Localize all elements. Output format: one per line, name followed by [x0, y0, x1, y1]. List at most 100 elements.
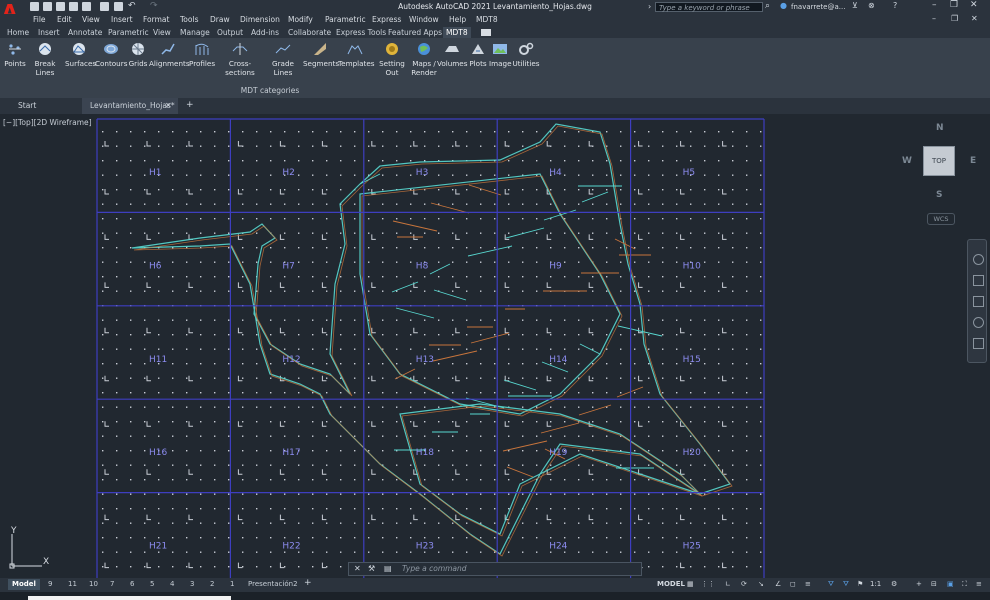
- tab-document[interactable]: Levantamiento_Hojas*: [82, 98, 178, 114]
- layout-tab-model[interactable]: Model: [8, 579, 40, 590]
- compass-east[interactable]: E: [970, 156, 976, 166]
- tab-mdt8[interactable]: MDT8: [443, 27, 471, 38]
- alignments-button[interactable]: Alignments: [149, 42, 190, 68]
- surfaces-button[interactable]: Surfaces: [65, 42, 96, 68]
- osnap-icon[interactable]: ◻: [790, 580, 796, 588]
- autoscale-icon[interactable]: ⛛: [843, 580, 849, 589]
- menu-dimension[interactable]: Dimension: [240, 15, 280, 24]
- customization-icon[interactable]: ≡: [976, 580, 982, 588]
- grid-display-icon[interactable]: ▦: [687, 580, 694, 588]
- wcs-menu[interactable]: WCS: [927, 213, 955, 225]
- graphics-performance-icon[interactable]: ▣: [947, 580, 954, 588]
- menu-window[interactable]: Window: [409, 15, 439, 24]
- annotation-monitor-icon[interactable]: ⚑: [857, 580, 863, 588]
- showmotion-icon[interactable]: [973, 338, 984, 349]
- cross-sections-button[interactable]: Cross-sections: [216, 42, 264, 77]
- search-icon[interactable]: ⌕: [765, 1, 770, 11]
- add-layout-icon[interactable]: +: [304, 578, 312, 588]
- isodraft-icon[interactable]: ↘: [758, 580, 764, 588]
- utilities-button[interactable]: Utilities: [512, 42, 540, 68]
- layout-tab-10[interactable]: 10: [85, 579, 102, 590]
- pan-icon[interactable]: [973, 275, 984, 286]
- drawing-area[interactable]: H1 H2 H3 H4 H5 H6 H7 H8 H9 H10 H11 H12 H13 H14 H15 H16 H…: [0, 114, 990, 578]
- doc-close-icon[interactable]: ✕: [971, 14, 978, 23]
- menu-view[interactable]: View: [82, 15, 100, 24]
- contours-button[interactable]: Contours: [95, 42, 127, 68]
- compass-west[interactable]: W: [902, 156, 912, 166]
- menu-tools[interactable]: Tools: [180, 15, 198, 24]
- close-icon[interactable]: ✕: [970, 0, 978, 10]
- compass-south[interactable]: S: [936, 190, 942, 200]
- tab-add-ins[interactable]: Add-ins: [251, 28, 279, 37]
- polar-icon[interactable]: ⟳: [741, 580, 747, 588]
- layout-tab-11[interactable]: 11: [64, 579, 81, 590]
- profiles-button[interactable]: Profiles: [189, 42, 215, 68]
- zoom-icon[interactable]: [973, 296, 984, 307]
- grade-lines-button[interactable]: Grade Lines: [265, 42, 301, 77]
- layout-tab-7[interactable]: 7: [106, 579, 118, 590]
- layout-tab-9[interactable]: 9: [44, 579, 56, 590]
- close-tab-icon[interactable]: ✕: [165, 101, 172, 110]
- share-icon[interactable]: ⊗: [868, 1, 875, 10]
- plots-button[interactable]: Plots: [467, 42, 489, 68]
- maps-render-button[interactable]: Maps / Render: [410, 42, 438, 77]
- doc-minimize-icon[interactable]: –: [932, 14, 936, 23]
- plus-icon[interactable]: +: [916, 580, 922, 588]
- model-space-button[interactable]: MODEL: [657, 580, 685, 588]
- menu-express[interactable]: Express: [372, 15, 401, 24]
- tab-featured-apps[interactable]: Featured Apps: [388, 28, 442, 37]
- menu-edit[interactable]: Edit: [57, 15, 72, 24]
- cart-icon[interactable]: ⊻: [852, 1, 858, 10]
- tab-home[interactable]: Home: [7, 28, 29, 37]
- annotation-visibility-icon[interactable]: ⛛: [828, 580, 834, 589]
- points-button[interactable]: Points: [3, 42, 27, 68]
- tab-view[interactable]: View: [153, 28, 171, 37]
- ortho-icon[interactable]: ∟: [725, 580, 731, 588]
- menu-format[interactable]: Format: [143, 15, 169, 24]
- menu-help[interactable]: Help: [449, 15, 466, 24]
- osnap-tracking-icon[interactable]: ∠: [775, 580, 781, 588]
- viewport-controls[interactable]: [−][Top][2D Wireframe]: [3, 118, 92, 127]
- volumes-button[interactable]: Volumes: [437, 42, 467, 68]
- setting-out-button[interactable]: Setting Out: [373, 42, 411, 77]
- ribbon-panel-label[interactable]: MDT categories: [0, 86, 540, 95]
- menu-parametric[interactable]: Parametric: [325, 15, 366, 24]
- annotation-scale[interactable]: 1:1: [870, 580, 881, 588]
- workspace-gear-icon[interactable]: ⚙: [891, 580, 897, 588]
- layout-tab-2[interactable]: 2: [206, 579, 218, 590]
- tab-manage[interactable]: Manage: [180, 28, 210, 37]
- isolate-objects-icon[interactable]: ⊟: [931, 580, 937, 588]
- tab-collaborate[interactable]: Collaborate: [288, 28, 331, 37]
- steering-wheel-icon[interactable]: [973, 254, 984, 265]
- command-input[interactable]: Type a command: [402, 564, 467, 573]
- tab-express-tools[interactable]: Express Tools: [336, 28, 386, 37]
- break-lines-button[interactable]: Break Lines: [27, 42, 63, 77]
- layout-tab-4[interactable]: 4: [166, 579, 178, 590]
- restore-icon[interactable]: ❐: [950, 0, 958, 10]
- user-name[interactable]: fnavarrete@a...: [791, 3, 845, 11]
- search-input[interactable]: Type a keyword or phrase: [655, 2, 763, 12]
- grids-button[interactable]: Grids: [128, 42, 148, 68]
- templates-button[interactable]: Templates: [338, 42, 375, 68]
- menu-mdt8[interactable]: MDT8: [476, 15, 498, 24]
- clean-screen-icon[interactable]: ⛶: [962, 580, 967, 589]
- orbit-icon[interactable]: [973, 317, 984, 328]
- user-icon[interactable]: ●: [780, 1, 787, 10]
- recent-commands-icon[interactable]: ▤: [384, 564, 392, 573]
- navigation-bar[interactable]: [967, 239, 987, 363]
- minimize-icon[interactable]: –: [932, 0, 937, 10]
- segments-button[interactable]: Segments: [303, 42, 339, 68]
- snap-mode-icon[interactable]: ⋮⋮: [701, 580, 715, 588]
- help-icon[interactable]: ?: [893, 1, 897, 10]
- layout-tab-6[interactable]: 6: [126, 579, 138, 590]
- menu-modify[interactable]: Modify: [288, 15, 313, 24]
- layout-tab-5[interactable]: 5: [146, 579, 158, 590]
- command-line[interactable]: [348, 562, 642, 576]
- layout-tab-1[interactable]: 1: [226, 579, 238, 590]
- close-command-icon[interactable]: ✕: [354, 564, 361, 573]
- ribbon-toggle-icon[interactable]: [481, 29, 491, 36]
- customize-icon[interactable]: ⚒: [368, 564, 375, 573]
- menu-insert[interactable]: Insert: [111, 15, 133, 24]
- viewcube-top-face[interactable]: TOP: [923, 146, 955, 176]
- doc-restore-icon[interactable]: ❐: [951, 14, 958, 23]
